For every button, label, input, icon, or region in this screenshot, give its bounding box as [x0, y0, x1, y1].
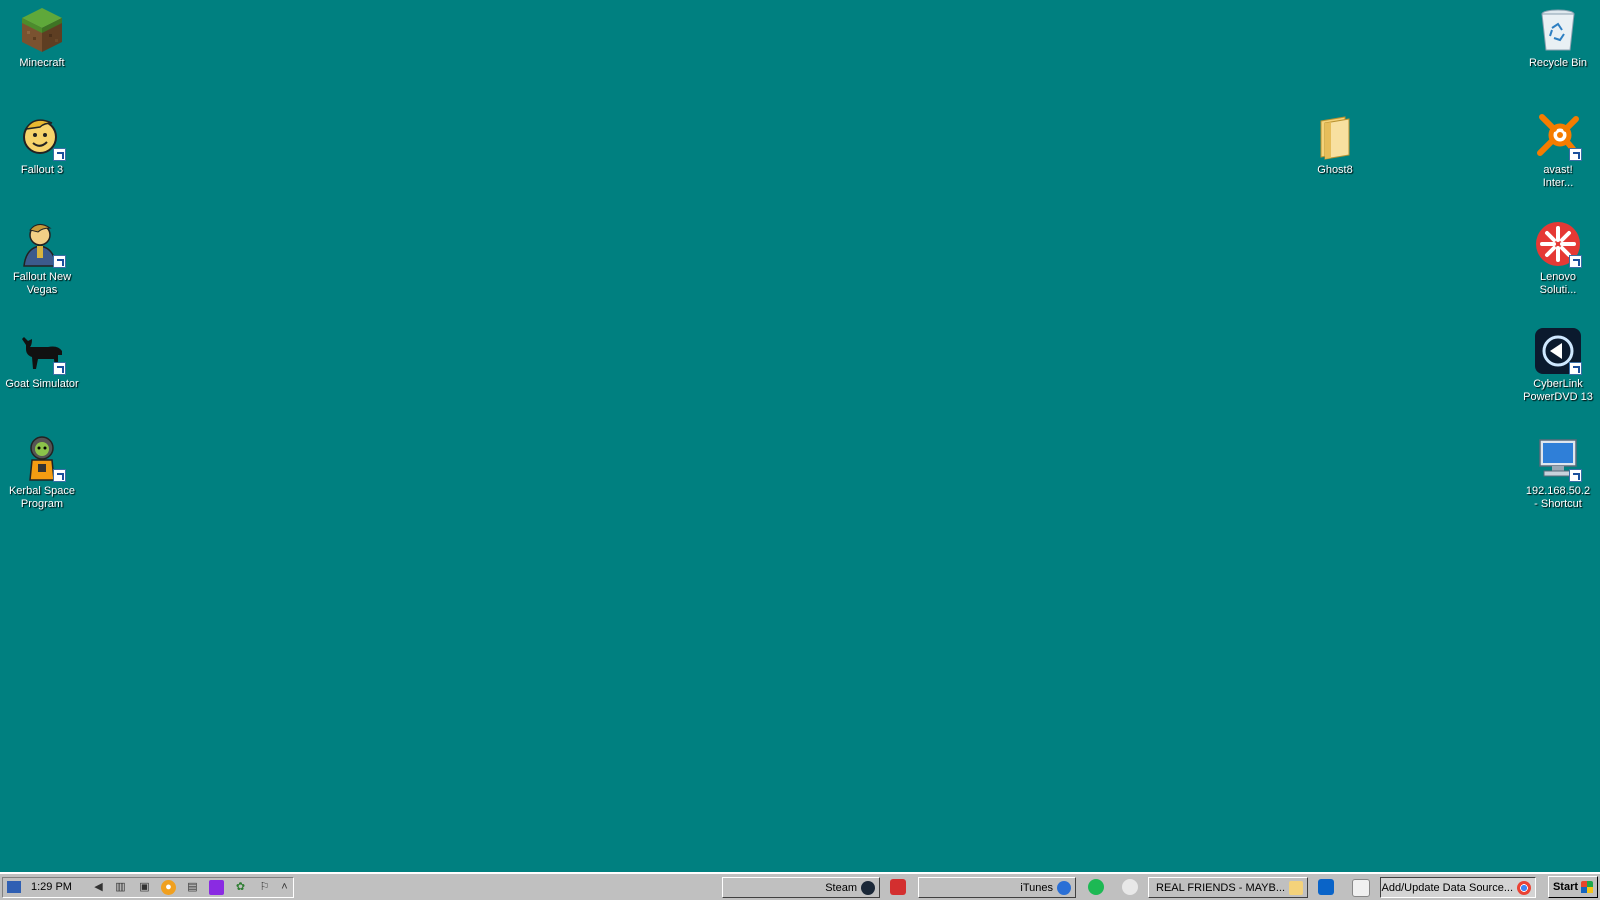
taskbar-button-itunes[interactable]: iTunes	[918, 877, 1076, 898]
itunes-icon	[1057, 880, 1071, 895]
icon-label: Minecraft	[19, 57, 65, 69]
start-label: Start	[1552, 881, 1579, 893]
shortcut-arrow-icon	[1569, 362, 1582, 375]
steam-icon	[861, 880, 875, 895]
red-app-icon[interactable]	[890, 879, 906, 895]
desktop-icon-lenovo-solutions[interactable]: Lenovo Soluti...	[1518, 220, 1598, 297]
minecraft-grass-block-icon	[18, 6, 66, 54]
system-tray: 1:29 PM ◀ ▥ ▣ ● ▤ ✿ ⚐ ˄	[2, 877, 294, 898]
globe-icon[interactable]: ✿	[233, 880, 248, 895]
purple-app-icon[interactable]	[209, 880, 224, 895]
outlook-icon[interactable]	[1318, 879, 1334, 895]
task-label: iTunes	[1020, 881, 1053, 894]
device-icon[interactable]: ▣	[137, 880, 152, 895]
windows-logo-icon	[1581, 881, 1594, 893]
folder-icon	[1311, 113, 1359, 161]
update-icon[interactable]: ●	[161, 880, 176, 895]
folder-icon	[1289, 880, 1303, 895]
shortcut-arrow-icon	[53, 255, 66, 268]
desktop-icon-powerdvd[interactable]: CyberLink PowerDVD 13	[1518, 327, 1598, 404]
recycle-bin-icon	[1534, 6, 1582, 54]
task-label: REAL FRIENDS - MAYB...	[1156, 881, 1285, 894]
vault-boy-icon	[18, 113, 66, 161]
desktop-icon-kerbal-space-program[interactable]: Kerbal Space Program	[2, 434, 82, 511]
powerdvd-icon	[1534, 327, 1582, 375]
lenovo-solutions-icon	[1534, 220, 1582, 268]
desktop-icon-ghost8[interactable]: Ghost8	[1295, 113, 1375, 177]
film-icon[interactable]: ▤	[185, 880, 200, 895]
task-label: Add/Update Data Source...	[1381, 881, 1513, 894]
icon-label: Kerbal Space Program	[8, 485, 76, 510]
desktop-icon-fallout-3[interactable]: Fallout 3	[2, 113, 82, 177]
task-label: Steam	[825, 881, 857, 894]
taskbar-button-steam[interactable]: Steam	[722, 877, 880, 898]
desktop-icon-fallout-new-vegas[interactable]: Fallout New Vegas	[2, 220, 82, 297]
spotify-icon[interactable]	[1088, 879, 1104, 895]
up-arrow-icon[interactable]: ˄	[277, 880, 292, 895]
shortcut-arrow-icon	[1569, 148, 1582, 161]
icon-label: Recycle Bin	[1528, 57, 1588, 69]
volume-icon[interactable]: ◀	[91, 880, 106, 895]
icon-label: Lenovo Soluti...	[1539, 271, 1577, 296]
desktop-icon-recycle-bin[interactable]: Recycle Bin	[1518, 6, 1598, 70]
chrome-icon	[1517, 880, 1531, 895]
icon-label: CyberLink PowerDVD 13	[1523, 378, 1593, 403]
alien-icon[interactable]	[1122, 879, 1138, 895]
shortcut-arrow-icon	[53, 362, 66, 375]
flag-icon[interactable]: ⚐	[257, 880, 272, 895]
taskbar: Start Add/Update Data Source... REAL FRI…	[0, 872, 1600, 900]
shortcut-arrow-icon	[1569, 469, 1582, 482]
icon-label: Fallout New Vegas	[12, 271, 72, 296]
desktop-icon-minecraft[interactable]: Minecraft	[2, 6, 82, 70]
network-icon[interactable]: ▥	[113, 880, 128, 895]
desktop-icon-goat-simulator[interactable]: Goat Simulator	[2, 327, 82, 391]
network-computer-icon	[1534, 434, 1582, 482]
show-desktop-icon[interactable]	[7, 881, 21, 893]
shortcut-arrow-icon	[1569, 255, 1582, 268]
shortcut-arrow-icon	[53, 148, 66, 161]
taskbar-button-real-friends[interactable]: REAL FRIENDS - MAYB...	[1148, 877, 1308, 898]
taskbar-button-data-source[interactable]: Add/Update Data Source...	[1380, 877, 1536, 898]
desktop-icon-avast[interactable]: avast! Inter...	[1518, 113, 1598, 190]
icon-label: Fallout 3	[20, 164, 64, 176]
start-button[interactable]: Start	[1548, 876, 1598, 898]
avast-icon	[1534, 113, 1582, 161]
vault-boy-new-vegas-icon	[18, 220, 66, 268]
icon-label: 192.168.50.2 - Shortcut	[1525, 485, 1591, 510]
kerbal-icon	[18, 434, 66, 482]
calculator-icon[interactable]	[1352, 879, 1370, 897]
icon-label: avast! Inter...	[1542, 164, 1574, 189]
icon-label: Goat Simulator	[5, 378, 79, 390]
goat-icon	[18, 327, 66, 375]
desktop-icon-network-shortcut[interactable]: 192.168.50.2 - Shortcut	[1518, 434, 1598, 511]
shortcut-arrow-icon	[53, 469, 66, 482]
desktop: Minecraft Fallout 3 Fallout New Vegas Go…	[0, 0, 1600, 872]
clock[interactable]: 1:29 PM	[31, 881, 72, 893]
icon-label: Ghost8	[1317, 164, 1353, 176]
